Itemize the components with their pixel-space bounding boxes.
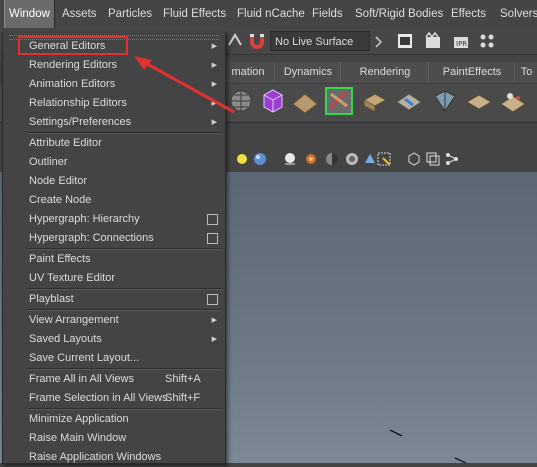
- light-icon[interactable]: [234, 151, 250, 167]
- annotation-highlight-box: [18, 36, 128, 55]
- default-light-icon[interactable]: [282, 151, 298, 167]
- menu-item-raise-main-window[interactable]: Raise Main Window: [3, 429, 225, 448]
- menu-item-frame-selection[interactable]: Frame Selection in All Views Shift+F: [3, 389, 225, 408]
- selected-tool-icon[interactable]: [324, 86, 354, 116]
- menu-item-hypergraph-hierarchy[interactable]: Hypergraph: Hierarchy: [3, 210, 225, 229]
- render-frame-icon[interactable]: [424, 32, 442, 50]
- triangle-right-icon: ▶: [211, 317, 217, 324]
- tab-toon[interactable]: To: [514, 62, 537, 83]
- menu-item-label: Create Node: [29, 194, 92, 206]
- menu-item-create-node[interactable]: Create Node: [3, 191, 225, 210]
- menu-item-label: View Arrangement: [29, 314, 119, 326]
- menu-item-label: Playblast: [29, 293, 74, 305]
- tile-cube-icon[interactable]: [360, 86, 390, 116]
- xray-joints-icon[interactable]: [425, 151, 441, 167]
- menu-item-label: Saved Layouts: [29, 333, 102, 345]
- shortcut-label: Shift+F: [165, 392, 201, 404]
- shortcut-label: Shift+A: [165, 373, 201, 385]
- render-view-icon[interactable]: [396, 32, 414, 50]
- collapse-arrow-icon[interactable]: [373, 33, 383, 51]
- main-menu-bar: Window Assets Particles Fluid Effects Fl…: [0, 0, 537, 29]
- xray-icon[interactable]: [406, 151, 422, 167]
- shadow-icon[interactable]: [324, 151, 340, 167]
- menu-item-label: Raise Main Window: [29, 432, 127, 444]
- menu-item-view-arrangement[interactable]: View Arrangement ▶: [3, 311, 225, 330]
- flat-tile-icon[interactable]: [464, 86, 494, 116]
- tab-painteffects[interactable]: PaintEffects: [428, 62, 516, 83]
- menu-assets[interactable]: Assets: [62, 0, 97, 28]
- menu-item-label: Minimize Application: [29, 413, 129, 425]
- menu-item-playblast[interactable]: Playblast: [3, 290, 225, 309]
- menu-item-label: Node Editor: [29, 175, 88, 187]
- menu-item-label: Relationship Editors: [29, 97, 127, 109]
- shaded-shape-icon[interactable]: [430, 86, 460, 116]
- menu-fluid-effects[interactable]: Fluid Effects: [163, 0, 226, 28]
- menu-item-save-current-layout[interactable]: Save Current Layout...: [3, 349, 225, 368]
- annotation-arrow: [134, 56, 235, 114]
- menu-solvers[interactable]: Solvers: [500, 0, 537, 28]
- shaded-sphere-icon[interactable]: [252, 151, 268, 167]
- isolate-select-icon[interactable]: [376, 151, 392, 167]
- menu-window[interactable]: Window: [4, 0, 55, 28]
- menu-item-label: Attribute Editor: [29, 137, 102, 149]
- menu-effects[interactable]: Effects: [451, 0, 486, 28]
- uv-plane-icon[interactable]: [394, 86, 424, 116]
- menu-item-hypergraph-connections[interactable]: Hypergraph: Connections: [3, 229, 225, 248]
- ambient-occlusion-icon[interactable]: [344, 151, 360, 167]
- menu-particles[interactable]: Particles: [108, 0, 152, 28]
- texture-plane-icon[interactable]: [290, 86, 320, 116]
- svg-text:IPR: IPR: [456, 40, 467, 48]
- live-surface-field[interactable]: No Live Surface: [270, 31, 370, 51]
- menu-item-raise-application-windows[interactable]: Raise Application Windows: [3, 448, 225, 467]
- menu-fluid-ncache[interactable]: Fluid nCache: [237, 0, 305, 28]
- textured-icon[interactable]: [303, 151, 319, 167]
- paint-tile-icon[interactable]: [498, 86, 528, 116]
- menu-item-label: Settings/Preferences: [29, 116, 132, 128]
- volume-cube-icon[interactable]: [258, 86, 288, 116]
- menu-item-label: Paint Effects: [29, 253, 91, 265]
- snap-curve-icon[interactable]: [226, 32, 244, 50]
- option-box-icon[interactable]: [207, 294, 218, 305]
- menu-item-frame-all[interactable]: Frame All in All Views Shift+A: [3, 370, 225, 389]
- menu-item-paint-effects[interactable]: Paint Effects: [3, 250, 225, 269]
- menu-item-outliner[interactable]: Outliner: [3, 153, 225, 172]
- tab-rendering[interactable]: Rendering: [340, 62, 430, 83]
- option-box-icon[interactable]: [207, 233, 218, 244]
- menu-item-node-editor[interactable]: Node Editor: [3, 172, 225, 191]
- xray-components-icon[interactable]: [444, 151, 460, 167]
- menu-item-label: Hypergraph: Hierarchy: [29, 213, 140, 225]
- menu-fields[interactable]: Fields: [312, 0, 343, 28]
- menu-item-minimize-application[interactable]: Minimize Application: [3, 410, 225, 429]
- tab-dynamics[interactable]: Dynamics: [274, 62, 342, 83]
- menu-item-label: UV Texture Editor: [29, 272, 116, 284]
- triangle-right-icon: ▶: [211, 336, 217, 343]
- render-settings-icon[interactable]: [478, 32, 496, 50]
- menu-item-label: Rendering Editors: [29, 59, 118, 71]
- option-box-icon[interactable]: [207, 214, 218, 225]
- magnet-icon[interactable]: [248, 32, 266, 50]
- menu-item-label: Outliner: [29, 156, 68, 168]
- menu-item-saved-layouts[interactable]: Saved Layouts ▶: [3, 330, 225, 349]
- ipr-render-icon[interactable]: IPR: [452, 32, 470, 50]
- menu-item-label: Hypergraph: Connections: [29, 232, 154, 244]
- menu-soft-rigid-bodies[interactable]: Soft/Rigid Bodies: [355, 0, 443, 28]
- menu-item-label: Save Current Layout...: [29, 352, 140, 364]
- menu-item-label: Animation Editors: [29, 78, 116, 90]
- menu-item-label: Frame Selection in All Views: [29, 392, 168, 404]
- menu-item-label: Raise Application Windows: [29, 451, 162, 463]
- menu-item-label: Frame All in All Views: [29, 373, 134, 385]
- menu-item-uv-texture-editor[interactable]: UV Texture Editor: [3, 269, 225, 288]
